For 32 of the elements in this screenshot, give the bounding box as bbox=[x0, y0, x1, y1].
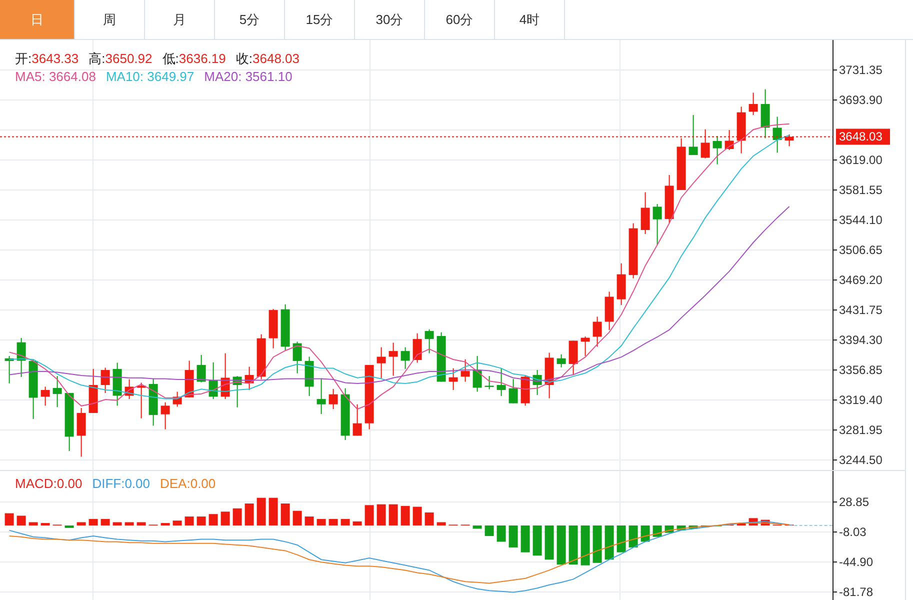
axis-label: 3581.55 bbox=[839, 183, 882, 197]
legend-value: MA5: 3664.08 bbox=[15, 68, 96, 85]
legend-value: MACD:0.00 bbox=[15, 475, 82, 492]
legend-value: MA20: 3561.10 bbox=[204, 68, 292, 85]
axis-label: 3244.50 bbox=[839, 452, 882, 467]
axis-label: 3319.40 bbox=[839, 393, 882, 407]
axis-label: 3356.85 bbox=[839, 363, 882, 377]
legend-value: 3636.19 bbox=[178, 50, 226, 67]
legend-value: MA10: 3649.97 bbox=[106, 68, 194, 85]
axis-label: -81.78 bbox=[839, 585, 874, 599]
legend-label: 高: bbox=[88, 50, 106, 67]
legend-value: 3650.92 bbox=[105, 50, 152, 67]
legend-label: 收: bbox=[236, 50, 252, 67]
axis-label: 3544.10 bbox=[839, 213, 882, 227]
legend-value: 3648.03 bbox=[252, 50, 300, 67]
legend-label: 低: bbox=[162, 50, 179, 67]
axis-label: 3619.00 bbox=[839, 153, 882, 167]
axis-label: 3281.95 bbox=[839, 423, 882, 437]
legend-label: 开: bbox=[15, 50, 32, 67]
axis-label: -44.90 bbox=[839, 555, 874, 569]
price-tag: 3648.03 bbox=[836, 128, 890, 145]
axis-label: 3394.30 bbox=[839, 333, 882, 347]
axis-label: 3469.20 bbox=[839, 273, 882, 287]
axis-label: 28.85 bbox=[839, 495, 870, 509]
axis-label: 3693.90 bbox=[839, 93, 882, 107]
axis-label: 3506.65 bbox=[839, 243, 882, 257]
axis-label: 3731.35 bbox=[839, 63, 882, 77]
legend-value: DIFF:0.00 bbox=[92, 475, 150, 492]
legend-value: 3643.33 bbox=[32, 50, 79, 67]
axis-label: 3431.75 bbox=[839, 303, 882, 317]
axis-label: -8.03 bbox=[839, 525, 866, 539]
legend-value: DEA:0.00 bbox=[160, 475, 216, 492]
